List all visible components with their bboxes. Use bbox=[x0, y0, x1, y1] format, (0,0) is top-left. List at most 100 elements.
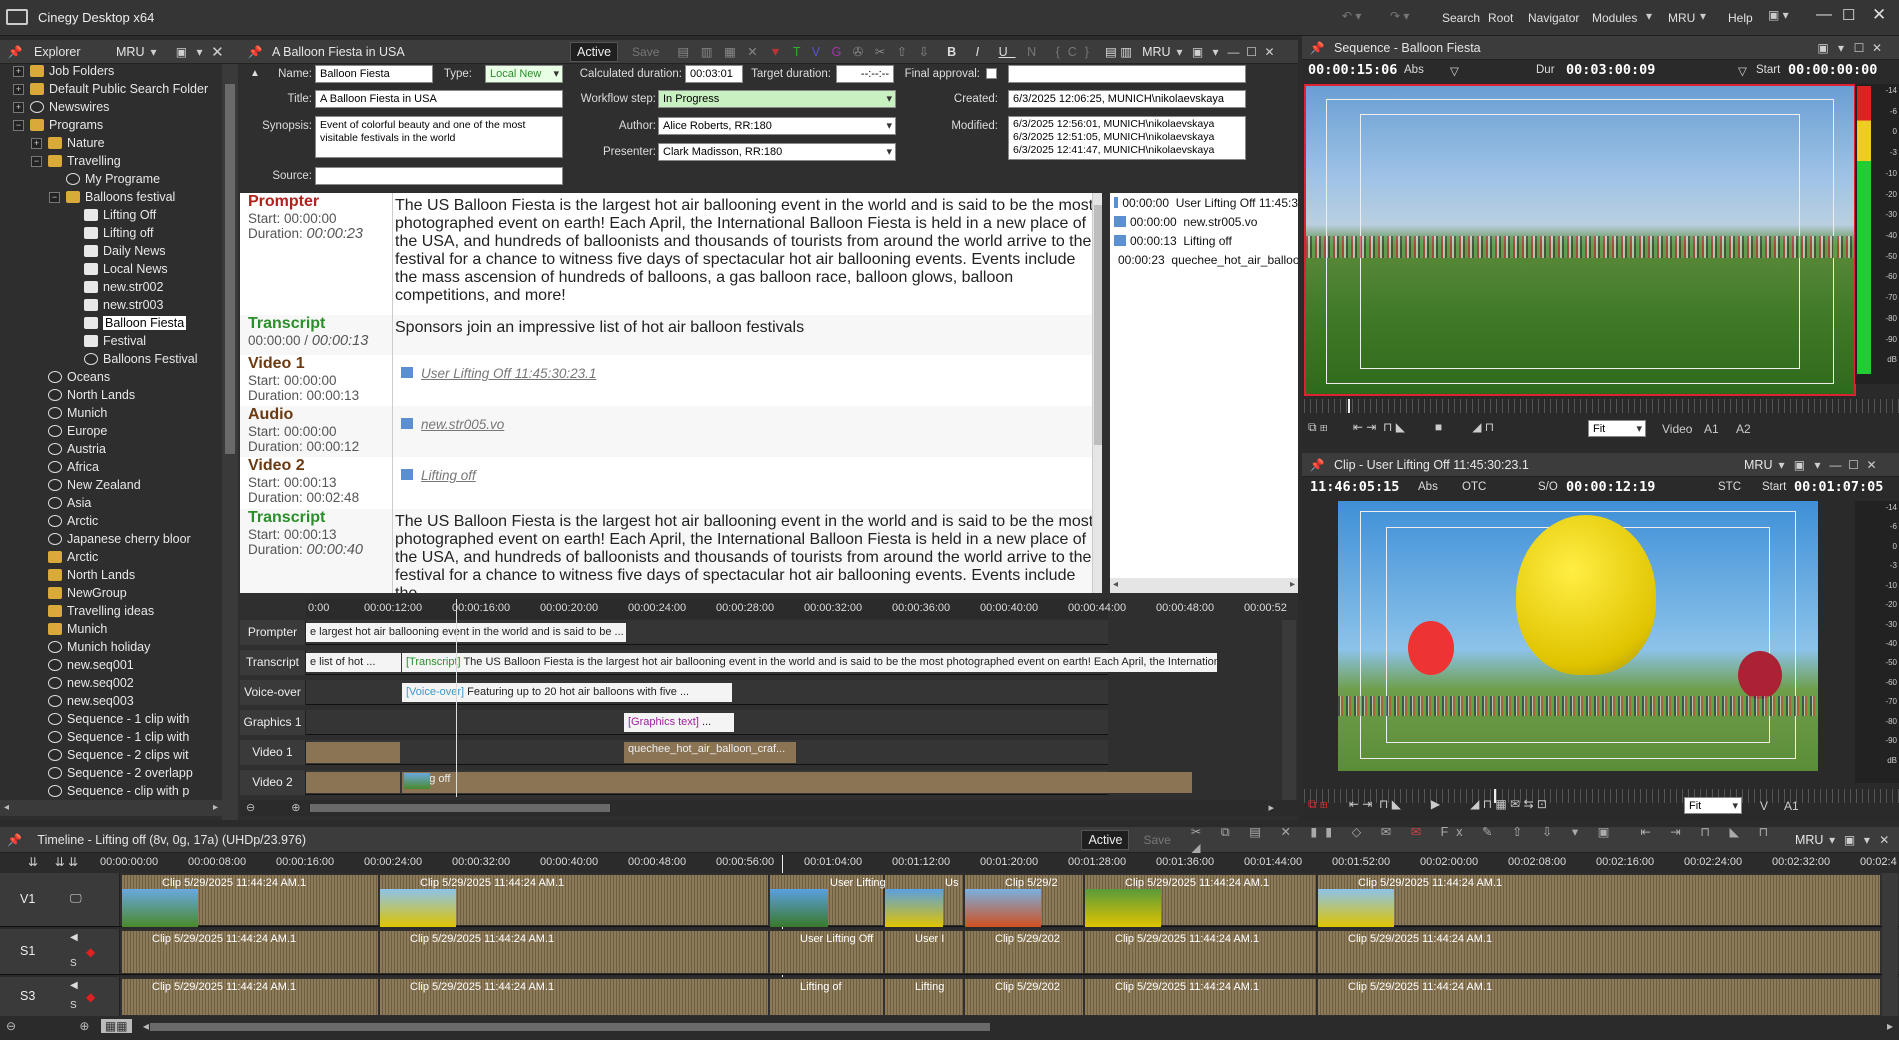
layout-icon[interactable]: ▣ bbox=[1841, 833, 1858, 847]
script-text[interactable]: The US Balloon Fiesta is the largest hot… bbox=[395, 513, 1095, 593]
story-save-button[interactable]: Save bbox=[626, 42, 665, 62]
tree-hscrollbar[interactable]: ◂ ▸ bbox=[0, 800, 222, 816]
marker-icons[interactable]: ⇊ ⇊ ⇊ bbox=[28, 855, 78, 869]
timeline-clip[interactable]: Clip 5/29/2025 11:44:24 AM.1 bbox=[122, 979, 378, 1015]
timeline-clip[interactable]: Clip 5/29/2025 11:44:24 AM.1 bbox=[1085, 979, 1316, 1015]
tree-item[interactable]: Sequence - 2 overlapp bbox=[0, 764, 222, 782]
close-icon[interactable]: ✕ bbox=[1862, 458, 1880, 472]
script-media-link[interactable]: Lifting off bbox=[395, 463, 1095, 485]
sequence-a2[interactable]: A2 bbox=[1736, 422, 1751, 436]
view-icons[interactable]: ▤ ▥ bbox=[1105, 44, 1132, 59]
tree-item[interactable]: − Travelling bbox=[0, 152, 222, 170]
tree-item[interactable]: Munich bbox=[0, 404, 222, 422]
story-clip[interactable]: quechee_hot_air_balloon_craf... bbox=[624, 742, 796, 763]
chevron-down-icon[interactable]: ▽ bbox=[1738, 64, 1747, 78]
presenter-select[interactable]: Clark Madisson, RR:180 bbox=[658, 143, 896, 161]
layout-icon[interactable]: ▣ bbox=[1814, 41, 1832, 55]
timeline-clip[interactable]: Clip 5/29/2025 11:44:24 AM.1 bbox=[122, 931, 378, 973]
story-toolbar-icons[interactable]: ▤ ▥ ▦ ✕ ▼ T V G ✇ ✂ ⇧ ⇩ bbox=[677, 44, 933, 59]
chevron-down-icon[interactable]: ▽ bbox=[1450, 64, 1459, 78]
chevron-down-icon[interactable]: ▾ bbox=[1832, 41, 1850, 55]
tree-scrollbar[interactable] bbox=[222, 64, 238, 820]
sequence-transport[interactable]: ⧉ ⊞ ⇤ ⇥ ⊓ ◣ ■ ◢ ⊓ Fit Video A1 A2 bbox=[1308, 420, 1898, 440]
timeline-active-button[interactable]: Active bbox=[1081, 829, 1130, 850]
tree-item[interactable]: Austria bbox=[0, 440, 222, 458]
track-view-icon[interactable]: ▦▦ bbox=[100, 1019, 132, 1033]
tree-item[interactable]: Balloons Festival bbox=[0, 350, 222, 368]
timeline-clip[interactable]: Clip 5/29/2025 11:44:24 AM.1 bbox=[122, 875, 378, 927]
collapse-icon[interactable]: − bbox=[31, 155, 42, 167]
explorer-mru[interactable]: MRU bbox=[116, 45, 144, 59]
sequence-video-frame[interactable] bbox=[1304, 84, 1856, 396]
reference-item[interactable]: 00:00:13 Lifting off bbox=[1110, 231, 1298, 250]
chevron-down-icon[interactable]: ▾ bbox=[1772, 458, 1790, 472]
reference-item[interactable]: 00:00:23 quechee_hot_air_balloo bbox=[1110, 250, 1298, 269]
tree-item[interactable]: Munich holiday bbox=[0, 638, 222, 656]
tree-item[interactable]: Daily News bbox=[0, 242, 222, 260]
transport-icons[interactable]: ⇤ ⇥ ⊓ ◣ ■ ◢ ⊓ bbox=[1353, 420, 1494, 434]
timeline-clip[interactable]: Clip 5/29/2025 11:44:24 AM.1 bbox=[1085, 931, 1316, 973]
tree-item[interactable]: Arctic bbox=[0, 548, 222, 566]
timeline-clip[interactable]: Clip 5/29/2025 11:44:24 AM.1 bbox=[1318, 979, 1880, 1015]
script-row[interactable]: Video 1 Start: 00:00:00 Duration: 00:00:13… bbox=[240, 355, 1100, 406]
tree-item[interactable]: new.seq002 bbox=[0, 674, 222, 692]
chevron-down-icon[interactable]: ▾ bbox=[1823, 833, 1840, 847]
timeline-clip[interactable]: Lifting bbox=[885, 979, 963, 1015]
monitor-icon[interactable]: 🖵 bbox=[70, 891, 82, 906]
tree-item[interactable]: + Default Public Search Folder bbox=[0, 80, 222, 98]
tree-item[interactable]: Arctic bbox=[0, 512, 222, 530]
story-playhead[interactable] bbox=[456, 599, 457, 797]
timeline-clip[interactable]: Clip 5/29/2025 11:44:24 AM.1 bbox=[380, 875, 768, 927]
tree-item[interactable]: Balloon Fiesta bbox=[0, 314, 222, 332]
script-row[interactable]: Audio Start: 00:00:00 Duration: 00:00:12 ne… bbox=[240, 406, 1100, 457]
minimize-icon[interactable]: — bbox=[1826, 458, 1844, 472]
timeline-clip[interactable]: Clip 5/29/2025 11:44:24 AM.1 bbox=[1318, 931, 1880, 973]
expand-icon[interactable]: + bbox=[31, 137, 42, 149]
tree-item[interactable]: new.seq003 bbox=[0, 692, 222, 710]
chevron-down-icon[interactable]: ▾ bbox=[1171, 45, 1189, 59]
tree-item[interactable]: − Balloons festival bbox=[0, 188, 222, 206]
tree-item[interactable]: Europe bbox=[0, 422, 222, 440]
script-row[interactable]: Video 2 Start: 00:00:13 Duration: 00:02:48… bbox=[240, 457, 1100, 509]
tree-item[interactable]: Sequence - 1 clip with bbox=[0, 710, 222, 728]
tree-item[interactable]: new.str002 bbox=[0, 278, 222, 296]
chevron-down-icon[interactable]: ▾ bbox=[144, 45, 162, 59]
minimize-icon[interactable]: — bbox=[1225, 45, 1243, 59]
script-media-link[interactable]: User Lifting Off 11:45:30:23.1 bbox=[395, 361, 1095, 383]
tree-item[interactable]: Asia bbox=[0, 494, 222, 512]
clip-a1[interactable]: A1 bbox=[1784, 799, 1799, 813]
timeline-clip[interactable]: User I bbox=[885, 931, 963, 973]
pin-icon[interactable]: 📌 bbox=[6, 45, 24, 59]
pin-icon[interactable]: 📌 bbox=[1308, 458, 1326, 472]
maximize-icon[interactable]: ☐ bbox=[1844, 458, 1862, 472]
clip-mru[interactable]: MRU bbox=[1744, 458, 1772, 472]
collapse-icon[interactable]: − bbox=[13, 119, 24, 131]
close-icon[interactable]: ✕ bbox=[1868, 41, 1886, 55]
story-clip[interactable]: e list of hot ... bbox=[306, 653, 401, 672]
solo-toggle[interactable]: S bbox=[70, 1000, 77, 1011]
clip-stc[interactable]: STC bbox=[1718, 481, 1741, 493]
tree-item[interactable]: new.seq001 bbox=[0, 656, 222, 674]
expand-icon[interactable]: + bbox=[13, 65, 24, 77]
menu-mru[interactable]: MRU bbox=[1662, 8, 1701, 28]
sequence-fit-select[interactable]: Fit bbox=[1588, 420, 1646, 437]
view-icons[interactable]: ⧉ ⊞ bbox=[1308, 420, 1328, 434]
script-scrollbar[interactable] bbox=[1092, 193, 1102, 593]
close-icon[interactable]: ✕ bbox=[1872, 5, 1886, 25]
timeline-mru[interactable]: MRU bbox=[1795, 833, 1823, 847]
pin-icon[interactable]: 📌 bbox=[246, 45, 264, 59]
layout-icon[interactable]: ▣ ▾ bbox=[1768, 8, 1789, 22]
undo-icon[interactable]: ↶ ▾ bbox=[1342, 9, 1361, 23]
tree-item[interactable]: Lifting off bbox=[0, 224, 222, 242]
story-active-button[interactable]: Active bbox=[570, 41, 619, 62]
type-select[interactable]: Local New bbox=[485, 65, 563, 83]
sequence-abs[interactable]: Abs bbox=[1404, 64, 1424, 76]
menu-help[interactable]: Help bbox=[1722, 8, 1759, 28]
maximize-icon[interactable]: ☐ bbox=[1243, 45, 1261, 59]
chevron-down-icon[interactable]: ▾ bbox=[1858, 833, 1875, 847]
name-field[interactable]: Balloon Fiesta bbox=[315, 65, 433, 83]
chevron-down-icon[interactable]: ▾ bbox=[1207, 45, 1225, 59]
story-script[interactable]: Prompter Start: 00:00:00 Duration: 00:00:2… bbox=[240, 193, 1100, 593]
tree-item[interactable]: new.str003 bbox=[0, 296, 222, 314]
tree-item[interactable]: My Programe bbox=[0, 170, 222, 188]
